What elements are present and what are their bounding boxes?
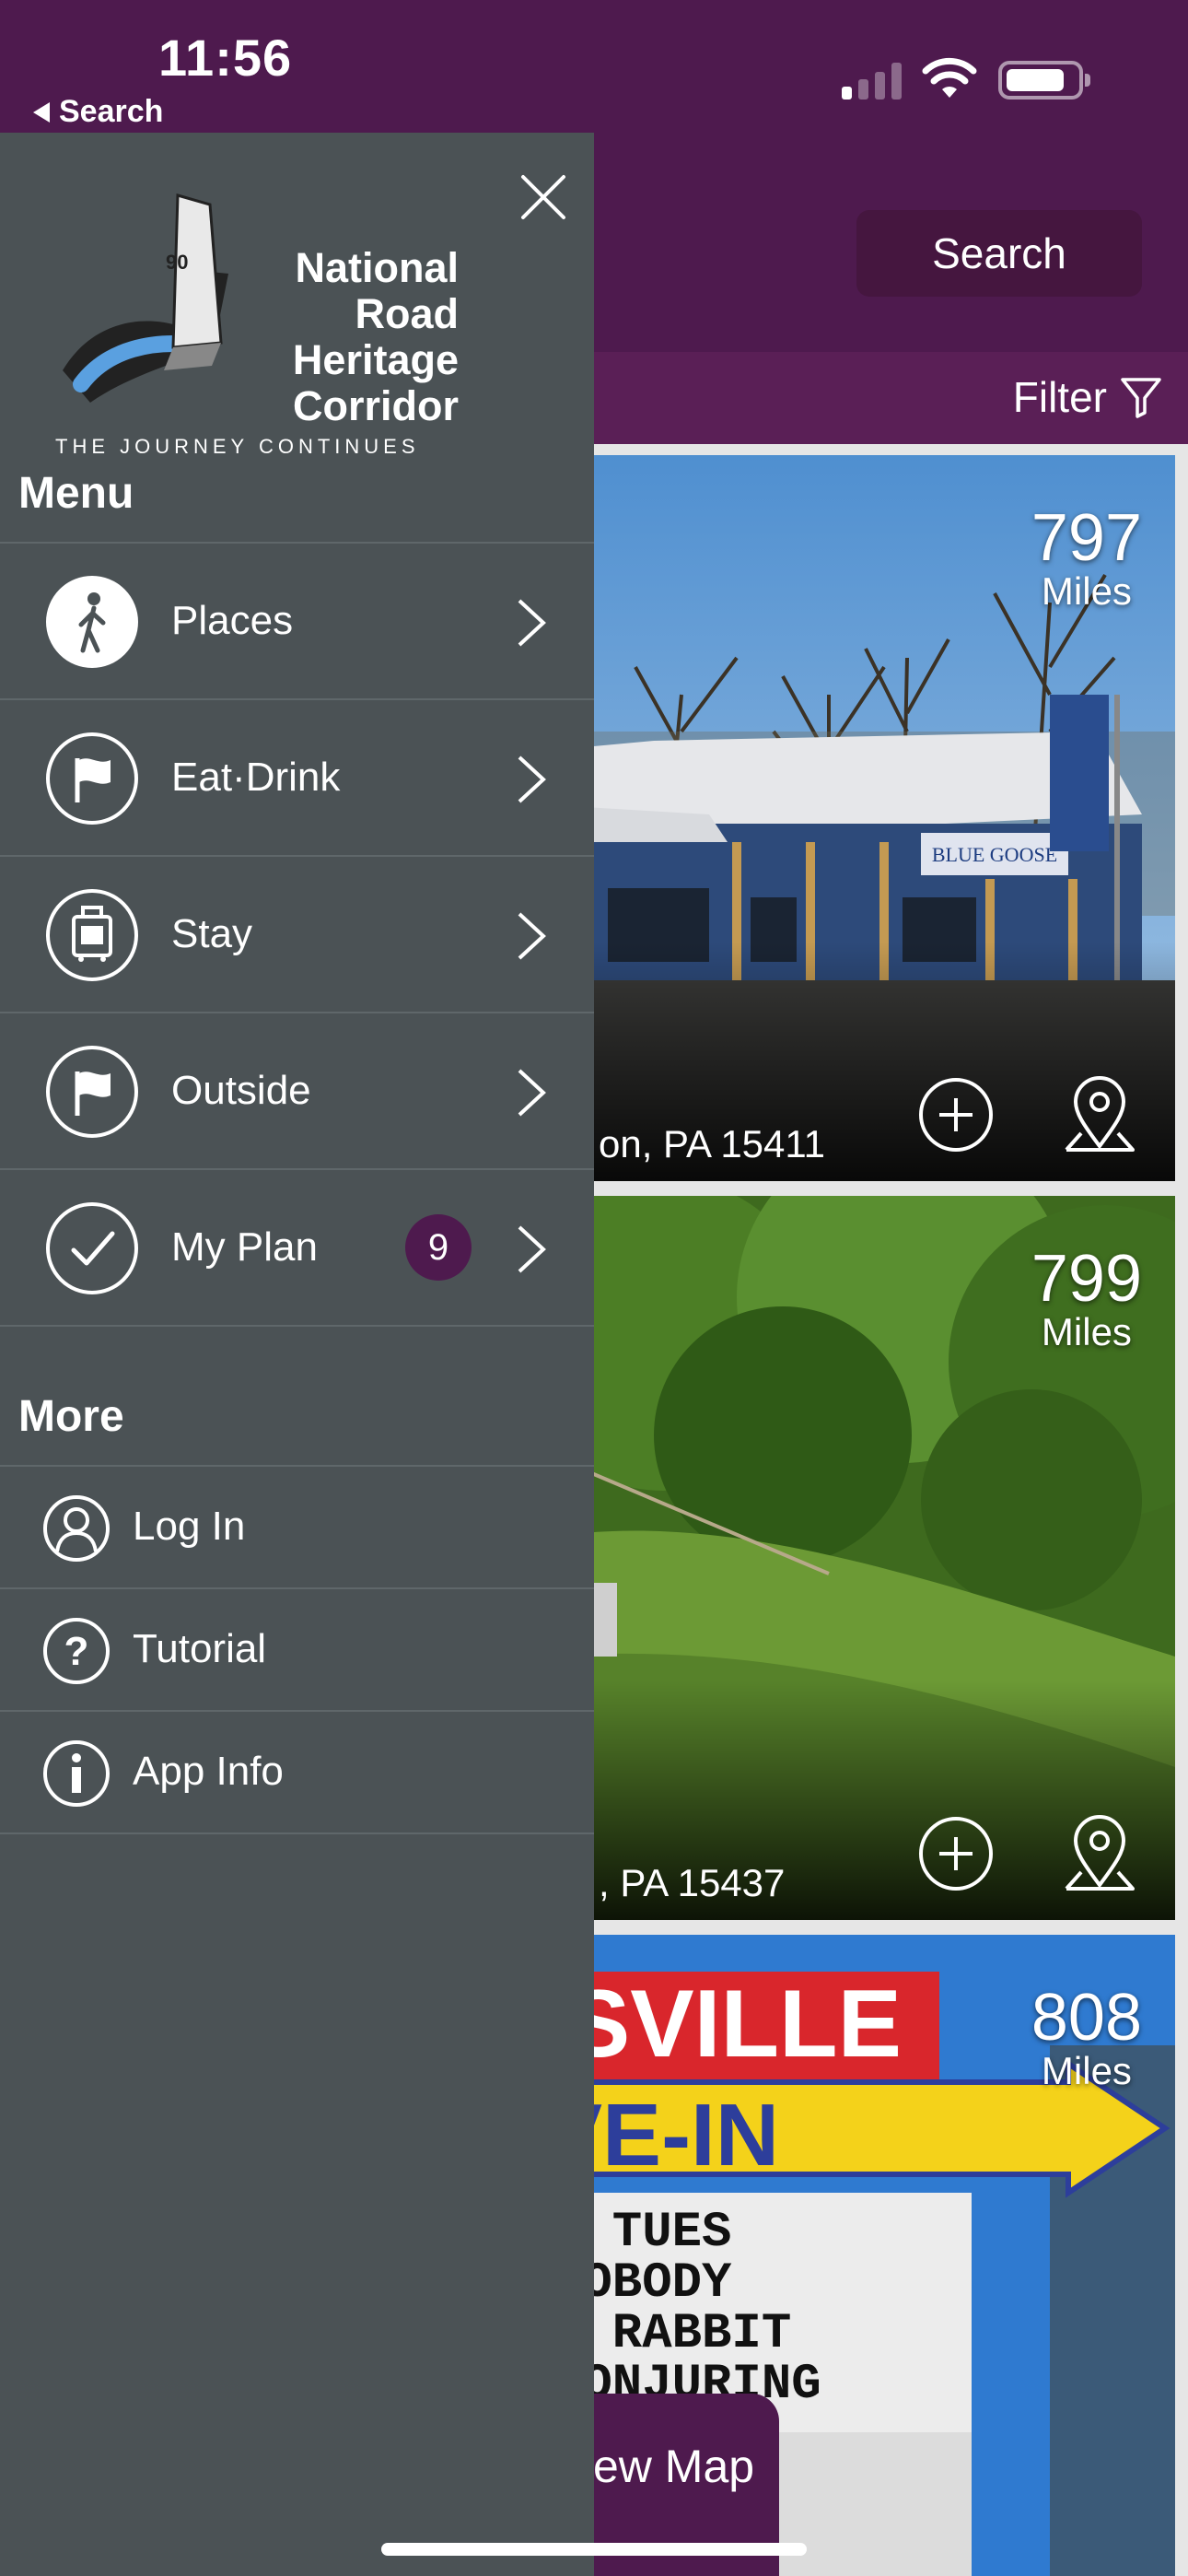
more-item-label: App Info	[133, 1749, 284, 1794]
cellular-signal-icon	[842, 61, 902, 100]
svg-text:?: ?	[64, 1629, 89, 1674]
menu-item-label: Stay	[171, 911, 253, 956]
wifi-icon	[922, 57, 977, 98]
more-item-app-info[interactable]: App Info	[0, 1712, 594, 1834]
logo: 90 National Road Heritage Corridor THE J…	[53, 186, 459, 458]
distance-label: 797 Miles	[1031, 505, 1142, 612]
distance-value: 808	[1031, 1981, 1142, 2055]
close-icon[interactable]	[516, 170, 571, 225]
more-item-label: Tutorial	[133, 1626, 267, 1671]
menu-item-outside[interactable]: Outside	[0, 1013, 594, 1170]
back-to-search-link[interactable]: Search	[33, 94, 163, 130]
logo-marker-text: 90	[166, 251, 188, 274]
more-item-label: Log In	[133, 1504, 246, 1549]
menu-item-places[interactable]: Places	[0, 544, 594, 700]
filter-icon	[1121, 378, 1161, 418]
menu-list: Places Eat·Drink Stay Outside My Plan 9	[0, 542, 594, 1327]
place-address: , PA 15437	[599, 1861, 786, 1904]
status-bar: 11:56 Search	[0, 0, 1188, 138]
logo-tagline: THE JOURNEY CONTINUES	[55, 435, 420, 458]
distance-value: 799	[1031, 1242, 1142, 1316]
add-to-plan-icon[interactable]	[917, 1076, 995, 1153]
distance-value: 797	[1031, 501, 1142, 575]
chevron-right-icon	[518, 599, 546, 647]
flag-icon	[46, 1046, 138, 1138]
clock: 11:56	[158, 29, 293, 87]
chevron-right-icon	[518, 1069, 546, 1117]
menu-heading: Menu	[18, 469, 134, 518]
chevron-right-icon	[518, 912, 546, 960]
place-card[interactable]: BLUE GOOSE 797 Miles on, PA 15411	[553, 455, 1175, 1181]
menu-item-label: Places	[171, 598, 294, 643]
battery-icon	[998, 61, 1090, 100]
checkmark-icon	[46, 1202, 138, 1294]
back-label: Search	[59, 94, 164, 129]
filter-button[interactable]: Filter	[1013, 372, 1162, 422]
logo-mark: 90	[63, 193, 228, 403]
map-pin-icon[interactable]	[1061, 1072, 1138, 1157]
search-button[interactable]: Search	[856, 210, 1142, 297]
back-arrow-icon	[33, 101, 50, 123]
distance-unit: Miles	[1041, 1310, 1132, 1353]
more-heading: More	[18, 1392, 124, 1441]
menu-item-label: My Plan	[171, 1224, 318, 1270]
more-item-log-in[interactable]: Log In	[0, 1467, 594, 1589]
user-icon	[43, 1495, 110, 1562]
question-icon: ?	[43, 1618, 110, 1684]
luggage-icon	[46, 889, 138, 981]
menu-item-my-plan[interactable]: My Plan 9	[0, 1170, 594, 1327]
more-item-tutorial[interactable]: ? Tutorial	[0, 1589, 594, 1712]
flag-icon	[46, 732, 138, 825]
chevron-right-icon	[518, 755, 546, 803]
distance-unit: Miles	[1041, 569, 1132, 613]
filter-label: Filter	[1012, 373, 1107, 421]
plan-count-badge: 9	[405, 1214, 472, 1281]
svg-text:ISVILLE: ISVILLE	[553, 1971, 902, 2078]
menu-item-stay[interactable]: Stay	[0, 857, 594, 1013]
home-indicator[interactable]	[381, 2543, 807, 2556]
menu-item-label: Outside	[171, 1068, 311, 1113]
place-address: on, PA 15411	[599, 1122, 825, 1165]
add-to-plan-icon[interactable]	[917, 1815, 995, 1892]
chevron-right-icon	[518, 1225, 546, 1273]
info-icon	[43, 1740, 110, 1807]
side-menu-drawer: 90 National Road Heritage Corridor THE J…	[0, 133, 594, 2576]
walker-icon	[46, 576, 138, 668]
map-pin-icon[interactable]	[1061, 1811, 1138, 1896]
menu-item-label: Eat·Drink	[171, 755, 341, 800]
place-card[interactable]: 799 Miles , PA 15437	[553, 1196, 1175, 1920]
logo-title: National Road Heritage Corridor	[292, 244, 459, 429]
distance-label: 799 Miles	[1031, 1246, 1142, 1352]
svg-text:BLUE GOOSE: BLUE GOOSE	[932, 843, 1057, 866]
distance-label: 808 Miles	[1031, 1985, 1142, 2091]
more-list: Log In ? Tutorial App Info	[0, 1465, 594, 1834]
menu-item-eat-drink[interactable]: Eat·Drink	[0, 700, 594, 857]
distance-unit: Miles	[1041, 2049, 1132, 2092]
